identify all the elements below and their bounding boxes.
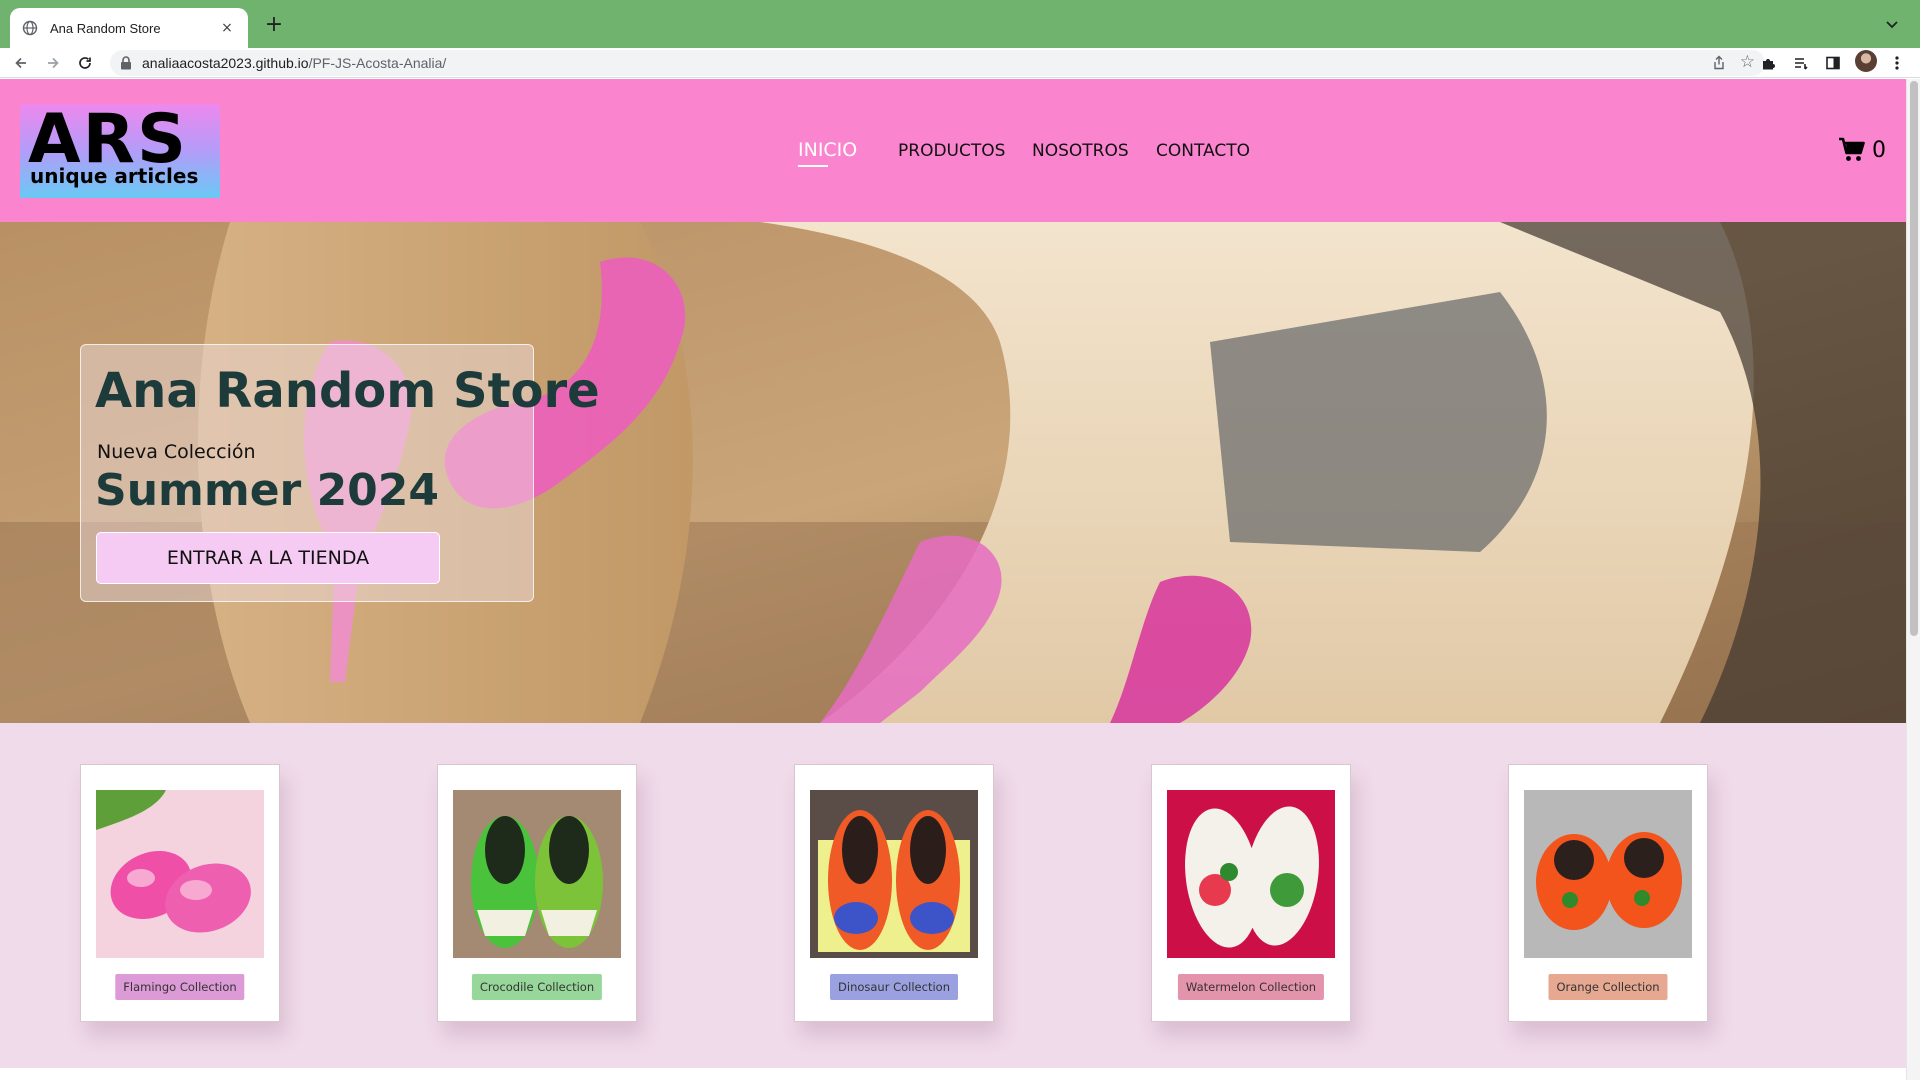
page-footer-edge xyxy=(0,1068,1906,1080)
flamingo-clogs-image xyxy=(96,790,264,958)
page-scrollbar[interactable] xyxy=(1906,79,1920,1080)
nav-item-nosotros[interactable]: NOSOTROS xyxy=(1032,141,1129,161)
back-arrow-icon[interactable] xyxy=(10,52,32,74)
hero-card: Ana Random Store Nueva Colección Summer … xyxy=(80,344,600,602)
hero-banner: Ana Random Store Nueva Colección Summer … xyxy=(0,222,1906,723)
profile-avatar[interactable] xyxy=(1855,50,1877,72)
globe-icon xyxy=(22,20,38,36)
enter-store-button[interactable]: ENTRAR A LA TIENDA xyxy=(96,532,440,584)
collection-tag[interactable]: Flamingo Collection xyxy=(115,974,245,1000)
lock-icon[interactable] xyxy=(120,56,132,70)
logo-sub-text: unique articles xyxy=(30,164,199,188)
collection-card-watermelon[interactable]: Watermelon Collection xyxy=(1151,764,1351,1022)
new-tab-button[interactable]: + xyxy=(260,12,288,40)
site-header: ARS unique articles INICIO PRODUCTOS NOS… xyxy=(0,79,1906,222)
hero-season: Summer 2024 xyxy=(95,465,440,516)
browser-tab[interactable]: Ana Random Store × xyxy=(10,8,248,48)
share-icon[interactable] xyxy=(1711,55,1727,71)
orange-clogs-image xyxy=(1524,790,1692,958)
main-nav: INICIO PRODUCTOS NOSOTROS CONTACTO xyxy=(0,139,1906,167)
page-viewport: ARS unique articles INICIO PRODUCTOS NOS… xyxy=(0,79,1920,1080)
dinosaur-clogs-image xyxy=(810,790,978,958)
extensions-puzzle-icon[interactable] xyxy=(1758,52,1780,74)
address-bar[interactable]: analiaacosta2023.github.io/PF-JS-Acosta-… xyxy=(110,50,1765,76)
collection-card-orange[interactable]: Orange Collection xyxy=(1508,764,1708,1022)
collection-tag[interactable]: Dinosaur Collection xyxy=(830,974,958,1000)
collection-card-crocodile[interactable]: Crocodile Collection xyxy=(437,764,637,1022)
reading-list-icon[interactable] xyxy=(1790,52,1812,74)
collection-tag[interactable]: Orange Collection xyxy=(1548,974,1668,1000)
browser-tab-strip: Ana Random Store × + xyxy=(0,0,1920,48)
hero-subtitle: Nueva Colección xyxy=(97,441,256,463)
cart-button[interactable]: 0 xyxy=(1838,137,1886,163)
collections-section: Flamingo Collection Crocodile Collection xyxy=(0,723,1906,1068)
nav-item-inicio[interactable]: INICIO xyxy=(798,139,857,167)
url-host: analiaacosta2023.github.io xyxy=(142,55,309,71)
collection-card-dinosaur[interactable]: Dinosaur Collection xyxy=(794,764,994,1022)
hero-title: Ana Random Store xyxy=(95,363,600,419)
cart-count: 0 xyxy=(1872,137,1886,163)
url-text: analiaacosta2023.github.io/PF-JS-Acosta-… xyxy=(142,55,446,71)
more-menu-icon[interactable] xyxy=(1886,52,1908,74)
nav-item-contacto[interactable]: CONTACTO xyxy=(1156,141,1250,161)
shopping-cart-icon xyxy=(1839,137,1865,161)
tab-title: Ana Random Store xyxy=(50,20,161,36)
browser-toolbar: analiaacosta2023.github.io/PF-JS-Acosta-… xyxy=(0,48,1920,78)
nav-item-productos[interactable]: PRODUCTOS xyxy=(898,141,1005,161)
scrollbar-thumb[interactable] xyxy=(1910,81,1918,636)
collection-tag[interactable]: Crocodile Collection xyxy=(471,974,603,1000)
crocodile-clogs-image xyxy=(453,790,621,958)
close-tab-icon[interactable]: × xyxy=(218,20,236,36)
collection-card-flamingo[interactable]: Flamingo Collection xyxy=(80,764,280,1022)
reload-icon[interactable] xyxy=(74,52,96,74)
side-panel-icon[interactable] xyxy=(1822,52,1844,74)
collection-tag[interactable]: Watermelon Collection xyxy=(1177,974,1325,1000)
url-path: /PF-JS-Acosta-Analia/ xyxy=(308,55,447,71)
forward-arrow-icon[interactable] xyxy=(42,52,64,74)
watermelon-slides-image xyxy=(1167,790,1335,958)
chevron-down-icon[interactable] xyxy=(1882,14,1902,34)
bookmark-star-icon[interactable]: ☆ xyxy=(1740,53,1755,71)
